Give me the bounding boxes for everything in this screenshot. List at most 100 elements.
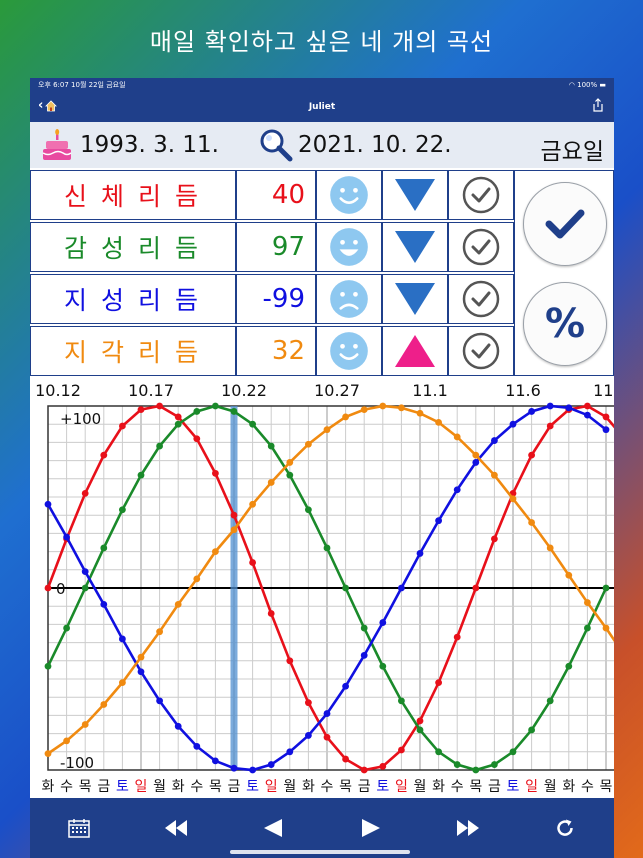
weekday-label: 월 <box>153 779 166 795</box>
check-circle-icon <box>462 176 500 214</box>
trend-cell <box>382 326 448 376</box>
data-point <box>249 500 256 508</box>
data-point <box>528 408 535 415</box>
data-point <box>137 406 145 414</box>
data-point <box>100 701 108 708</box>
app-window: 오후 6:07 10월 22일 금요일 ◠ 100% ▬ ‹ Juliet 19… <box>30 78 614 858</box>
data-point <box>509 495 517 503</box>
x-date-label: 11.6 <box>505 381 541 400</box>
data-point <box>398 584 405 592</box>
play-left-icon <box>264 819 283 837</box>
target-date[interactable]: 2021. 10. 22. <box>298 132 452 158</box>
data-point <box>416 717 424 725</box>
weekday-label: 월 <box>283 779 296 795</box>
status-bar: 오후 6:07 10월 22일 금요일 ◠ 100% ▬ <box>30 78 614 92</box>
weekday-label: 금요일 <box>540 139 604 165</box>
rhythm-value: 40 <box>236 170 316 220</box>
data-point <box>267 442 275 450</box>
data-point <box>342 584 349 592</box>
selected-day-highlight[interactable] <box>230 406 238 770</box>
data-point <box>528 451 535 459</box>
search-icon[interactable] <box>258 128 294 162</box>
data-point <box>584 599 591 606</box>
data-point <box>602 624 610 632</box>
triangle-down-icon <box>395 283 435 315</box>
cake-icon[interactable] <box>40 129 74 163</box>
share-button[interactable] <box>592 98 604 116</box>
data-point <box>119 635 126 643</box>
weekday-label: 일 <box>265 779 278 795</box>
home-indicator <box>230 850 410 854</box>
data-point <box>602 413 610 421</box>
data-point <box>44 750 52 758</box>
x-date-label: 10.17 <box>128 381 174 400</box>
trend-cell <box>382 274 448 324</box>
status-battery-group: ◠ 100% ▬ <box>569 81 606 89</box>
data-point <box>546 402 554 410</box>
data-point <box>174 722 182 730</box>
birth-date[interactable]: 1993. 3. 11. <box>80 132 219 158</box>
data-point <box>398 746 405 754</box>
promo-caption: 매일 확인하고 싶은 네 개의 곡선 <box>149 28 494 56</box>
data-point <box>286 657 294 665</box>
data-point <box>286 471 294 479</box>
smiley-face-icon <box>330 228 368 266</box>
weekday-label: 목 <box>600 779 613 795</box>
nav-bar: ‹ Juliet <box>30 92 614 122</box>
data-point <box>137 471 145 479</box>
rhythm-name: 신체리듬 <box>30 170 236 220</box>
weekday-label: 수 <box>60 779 73 795</box>
toggle-check-button[interactable] <box>448 274 514 324</box>
data-point <box>565 571 573 579</box>
trend-cell <box>382 222 448 272</box>
data-point <box>137 668 145 676</box>
check-circle-icon <box>462 228 500 266</box>
data-point <box>472 584 480 592</box>
data-point <box>230 764 238 772</box>
weekday-label: 목 <box>469 779 482 795</box>
fast-forward-button[interactable] <box>448 808 488 848</box>
home-icon <box>45 99 58 111</box>
fast-rewind-button[interactable] <box>156 808 196 848</box>
data-point <box>491 437 498 444</box>
x-date-label: 11.1 <box>412 381 448 400</box>
calendar-icon <box>67 819 90 838</box>
date-bar: 1993. 3. 11. 2021. 10. 22. 금요일 <box>30 122 614 168</box>
calendar-button[interactable] <box>59 808 99 848</box>
biorhythm-chart[interactable]: 10.12 10.17 10.22 10.27 11.1 11.6 11.11 +100 0 -1… <box>30 378 614 798</box>
toggle-check-button[interactable] <box>448 170 514 220</box>
data-point <box>63 737 70 745</box>
next-button[interactable] <box>351 808 391 848</box>
data-point <box>360 766 368 774</box>
previous-button[interactable] <box>253 808 293 848</box>
weekday-label: 일 <box>135 779 148 795</box>
weekday-label: 수 <box>451 779 464 795</box>
data-point <box>398 404 405 412</box>
data-point <box>323 710 331 717</box>
data-point <box>342 755 349 763</box>
toggle-check-button[interactable] <box>448 326 514 376</box>
data-point <box>286 748 294 756</box>
nav-title: Juliet <box>308 102 336 112</box>
play-right-icon <box>361 819 380 837</box>
data-point <box>230 526 238 534</box>
data-point <box>528 726 535 734</box>
data-point <box>100 544 108 552</box>
refresh-button[interactable] <box>545 808 585 848</box>
data-point <box>230 408 238 415</box>
data-point <box>360 406 368 414</box>
data-point <box>174 413 182 421</box>
data-point <box>416 409 424 417</box>
back-button[interactable]: ‹ <box>38 98 58 113</box>
percent-button[interactable]: % <box>523 282 607 366</box>
rhythm-row: 지성리듬 -99 <box>30 274 514 324</box>
confirm-button[interactable] <box>523 182 607 266</box>
data-point <box>119 506 126 514</box>
data-point <box>44 500 52 508</box>
data-point <box>174 420 182 428</box>
weekday-label: 목 <box>79 779 92 795</box>
mood-cell <box>316 326 382 376</box>
data-point <box>416 550 424 557</box>
toggle-check-button[interactable] <box>448 222 514 272</box>
data-point <box>267 479 275 486</box>
